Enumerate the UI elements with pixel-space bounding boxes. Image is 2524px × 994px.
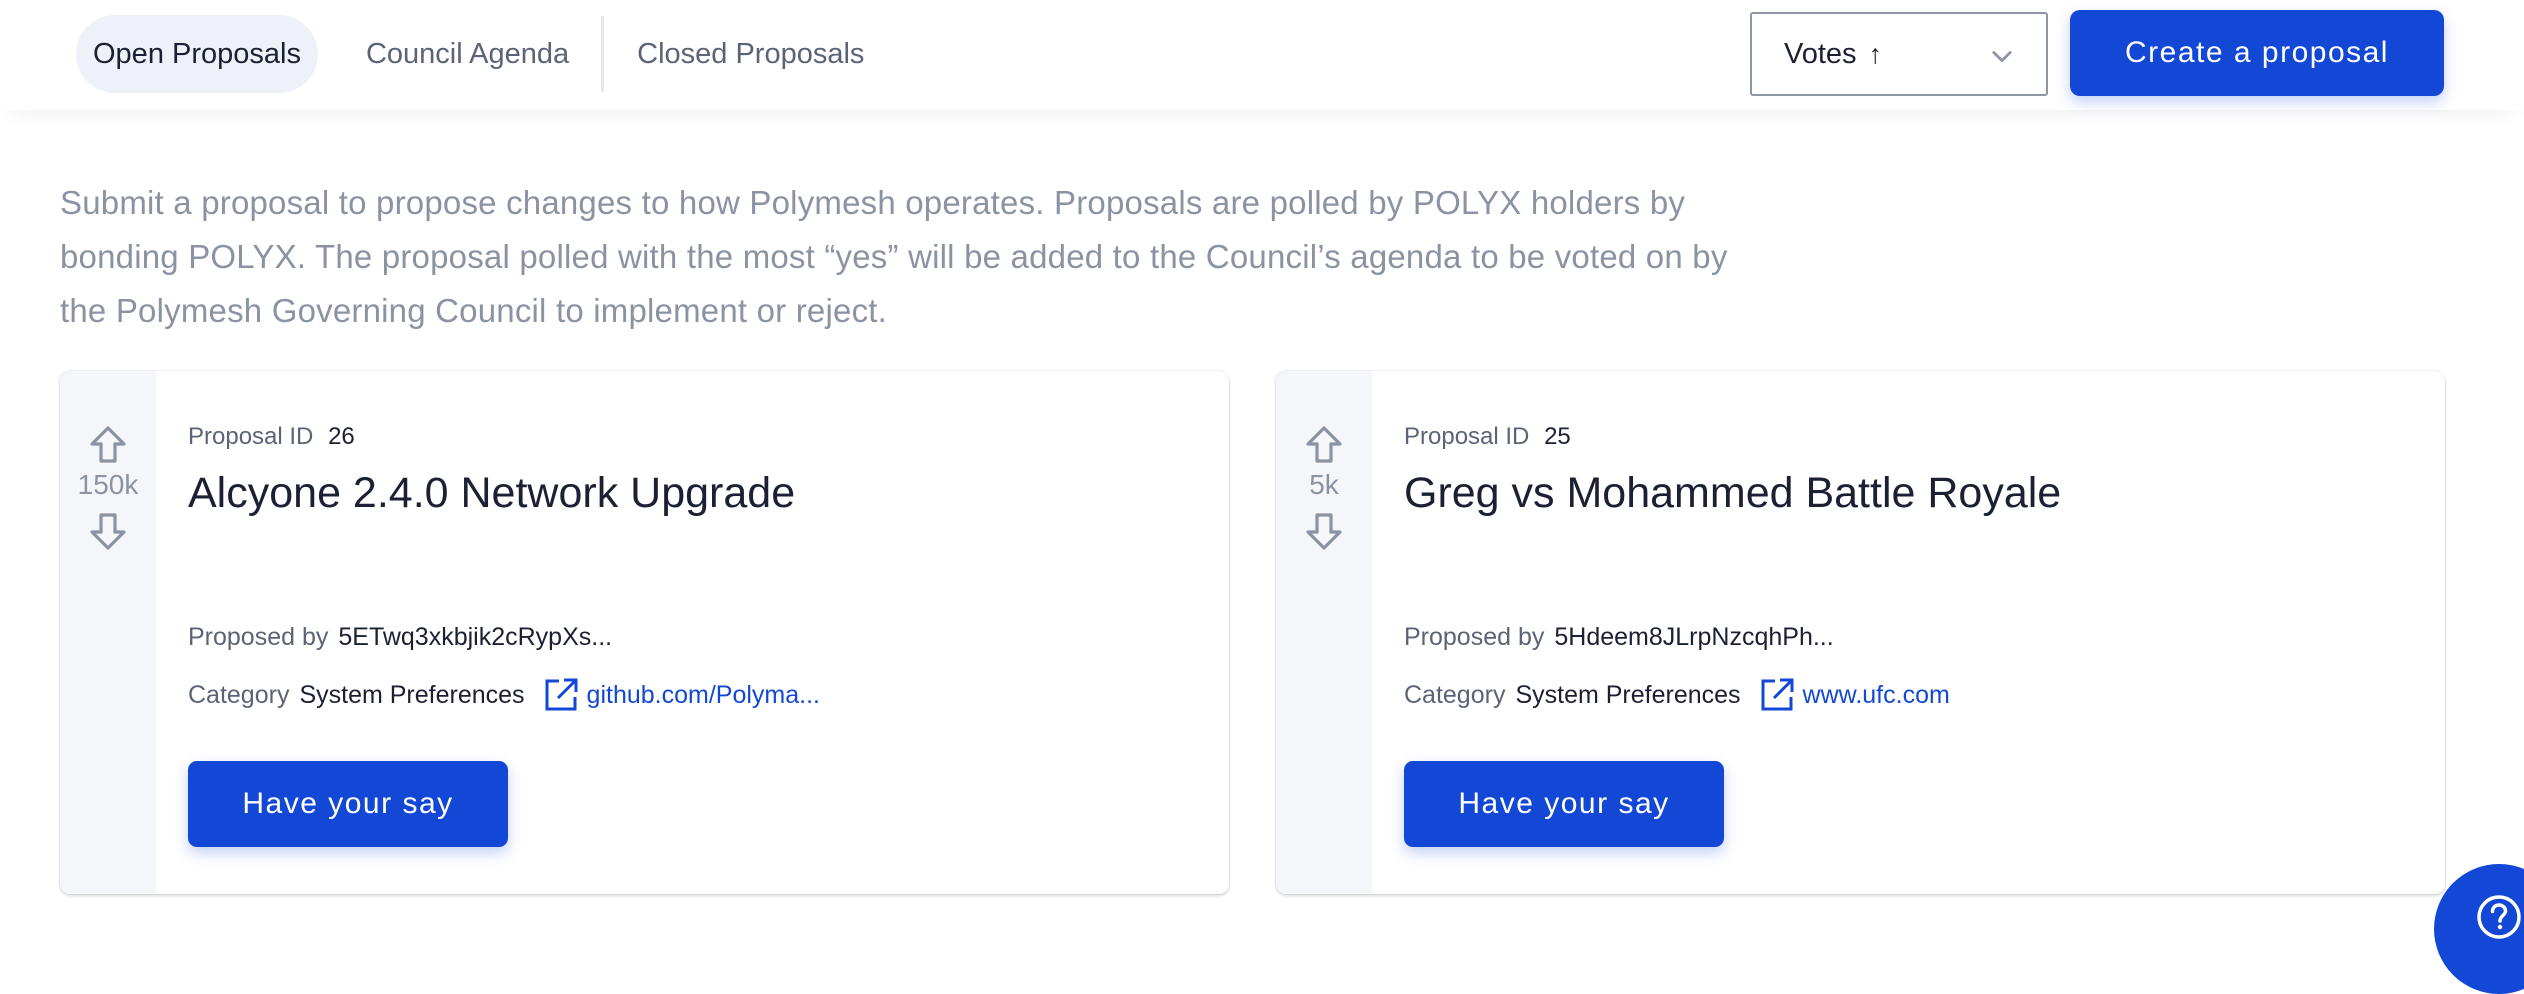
tab-divider xyxy=(601,16,605,92)
sort-direction-indicator: ↑ xyxy=(1868,38,1883,69)
category-value: System Preferences xyxy=(299,680,525,709)
vote-down-icon[interactable] xyxy=(1304,511,1344,551)
help-button[interactable] xyxy=(2434,864,2524,994)
proposal-title: Greg vs Mohammed Battle Royale xyxy=(1404,469,2062,517)
vote-down-icon[interactable] xyxy=(88,511,128,551)
vote-count: 150k xyxy=(77,469,139,500)
external-link-icon[interactable] xyxy=(1759,677,1795,713)
create-proposal-button[interactable]: Create a proposal xyxy=(2070,10,2444,96)
proposal-id-value: 25 xyxy=(1544,423,1571,450)
proposal-id-value: 26 xyxy=(328,423,355,450)
vote-column: 5k xyxy=(1276,371,1372,894)
tab-closed-proposals[interactable]: Closed Proposals xyxy=(637,15,881,93)
sort-select[interactable]: Votes ↑ xyxy=(1750,12,2048,96)
vote-count: 5k xyxy=(1309,469,1339,500)
proposal-id-label: Proposal ID xyxy=(1404,423,1530,450)
proposal-link[interactable]: www.ufc.com xyxy=(1803,681,1950,710)
tab-council-agenda[interactable]: Council Agenda xyxy=(349,15,601,93)
category-row: Category System Preferences github.com/P… xyxy=(188,677,820,713)
proposal-card: 150k Proposal ID 26 Alcyone 2.4.0 Networ… xyxy=(60,371,1229,894)
top-toolbar: Open Proposals Council Agenda Closed Pro… xyxy=(0,0,2524,110)
question-mark-icon xyxy=(2477,895,2521,939)
proposal-id-row: Proposal ID 25 xyxy=(1404,423,1571,451)
proposal-id-label: Proposal ID xyxy=(188,423,314,450)
chevron-down-icon xyxy=(1992,51,2012,63)
proposed-by-label: Proposed by xyxy=(1404,623,1545,651)
proposed-by-label: Proposed by xyxy=(188,623,329,651)
proposal-title: Alcyone 2.4.0 Network Upgrade xyxy=(188,469,796,517)
proposal-link[interactable]: github.com/Polyma... xyxy=(587,681,820,710)
proposal-id-row: Proposal ID 26 xyxy=(188,423,355,451)
vote-up-icon[interactable] xyxy=(88,425,128,465)
category-row: Category System Preferences www.ufc.com xyxy=(1404,677,1950,713)
proposer-address: 5Hdeem8JLrpNzcqhPh... xyxy=(1554,623,1834,651)
proposer-address: 5ETwq3xkbjik2cRypXs... xyxy=(338,623,613,651)
proposal-tabs: Open Proposals Council Agenda Closed Pro… xyxy=(76,15,881,93)
tab-open-proposals[interactable]: Open Proposals xyxy=(76,15,318,93)
vote-column: 150k xyxy=(60,371,156,894)
proposer-row: Proposed by 5Hdeem8JLrpNzcqhPh... xyxy=(1404,623,1834,652)
category-label: Category xyxy=(1404,680,1506,709)
proposal-card: 5k Proposal ID 25 Greg vs Mohammed Battl… xyxy=(1276,371,2445,894)
intro-description: Submit a proposal to propose changes to … xyxy=(60,184,1728,329)
external-link-icon[interactable] xyxy=(543,677,579,713)
have-your-say-button[interactable]: Have your say xyxy=(1404,761,1724,847)
have-your-say-button[interactable]: Have your say xyxy=(188,761,508,847)
proposer-row: Proposed by 5ETwq3xkbjik2cRypXs... xyxy=(188,623,612,652)
sort-select-label: Votes xyxy=(1784,37,1857,70)
category-label: Category xyxy=(188,680,290,709)
category-value: System Preferences xyxy=(1515,680,1741,709)
vote-up-icon[interactable] xyxy=(1304,425,1344,465)
